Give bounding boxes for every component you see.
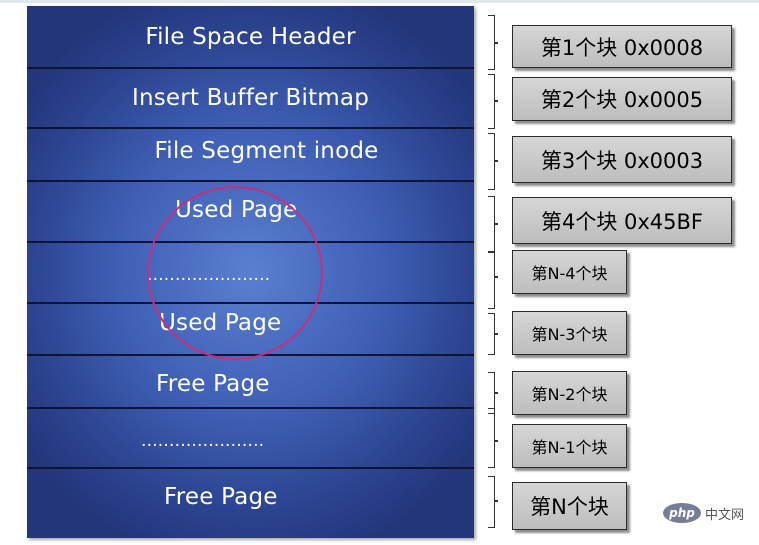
bracket (488, 476, 495, 528)
bracket-tick (494, 440, 498, 442)
page-row-free-page: Free Page (164, 484, 278, 510)
block-box-n-minus-1: 第N-1个块 (512, 424, 627, 468)
top-border-line (0, 0, 759, 3)
block-box-4: 第4个块 0x45BF (512, 197, 732, 244)
block-box-n-minus-3: 第N-3个块 (512, 311, 627, 355)
bracket-tick (494, 160, 498, 162)
block-box-3: 第3个块 0x0003 (512, 136, 732, 183)
block-box-n-minus-4: 第N-4个块 (512, 250, 627, 294)
block-box-n: 第N个块 (512, 482, 627, 530)
highlight-ring (147, 186, 323, 360)
bracket-tick (494, 100, 498, 102)
page-row-file-space-header: File Space Header (145, 24, 356, 50)
bracket (488, 133, 495, 190)
php-logo-icon: php (663, 503, 701, 523)
bracket-tick (494, 392, 498, 394)
page-row-ellipsis: ...................... (141, 431, 265, 451)
page-row-free-page: Free Page (156, 371, 270, 397)
bracket-tick (494, 223, 498, 225)
bracket-tick (494, 333, 498, 335)
bracket-tick (494, 42, 498, 44)
watermark-text: 中文网 (705, 507, 745, 523)
page-row-insert-buffer-bitmap: Insert Buffer Bitmap (131, 85, 370, 111)
bracket-tick (494, 500, 498, 502)
block-box-2: 第2个块 0x0005 (512, 77, 732, 121)
bracket (488, 251, 495, 309)
bracket (488, 196, 495, 253)
block-box-1: 第1个块 0x0008 (512, 25, 732, 68)
page-row-file-segment-inode: File Segment inode (154, 138, 379, 164)
bracket-tick (494, 276, 498, 278)
bracket (488, 74, 495, 129)
block-box-n-minus-2: 第N-2个块 (512, 371, 627, 415)
watermark: php 中文网 (663, 503, 744, 523)
bracket (488, 408, 495, 468)
